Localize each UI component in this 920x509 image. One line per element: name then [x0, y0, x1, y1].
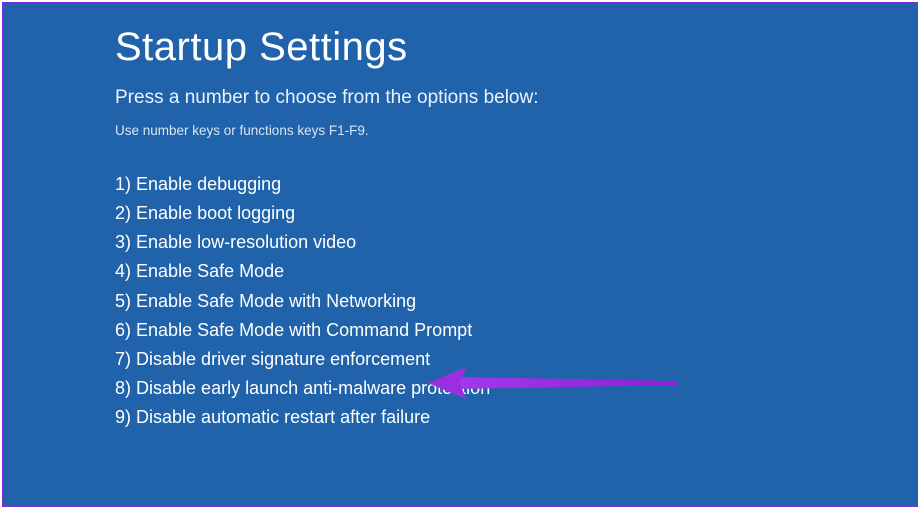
- option-4[interactable]: 4) Enable Safe Mode: [115, 257, 917, 286]
- option-label: Disable early launch anti-malware protec…: [136, 378, 490, 398]
- option-number: 9): [115, 407, 131, 427]
- option-8[interactable]: 8) Disable early launch anti-malware pro…: [115, 374, 917, 403]
- startup-settings-screen: Startup Settings Press a number to choos…: [2, 2, 918, 507]
- option-number: 5): [115, 291, 131, 311]
- option-number: 3): [115, 232, 131, 252]
- option-label: Enable Safe Mode with Networking: [136, 291, 416, 311]
- option-label: Enable Safe Mode with Command Prompt: [136, 320, 472, 340]
- page-title: Startup Settings: [115, 25, 917, 69]
- option-2[interactable]: 2) Enable boot logging: [115, 199, 917, 228]
- option-number: 1): [115, 174, 131, 194]
- option-label: Enable low-resolution video: [136, 232, 356, 252]
- option-1[interactable]: 1) Enable debugging: [115, 170, 917, 199]
- option-number: 2): [115, 203, 131, 223]
- option-label: Enable boot logging: [136, 203, 295, 223]
- option-label: Enable debugging: [136, 174, 281, 194]
- page-subtitle: Press a number to choose from the option…: [115, 87, 917, 109]
- option-number: 8): [115, 378, 131, 398]
- option-number: 6): [115, 320, 131, 340]
- option-number: 4): [115, 261, 131, 281]
- option-label: Disable driver signature enforcement: [136, 349, 430, 369]
- option-5[interactable]: 5) Enable Safe Mode with Networking: [115, 287, 917, 316]
- options-list: 1) Enable debugging 2) Enable boot loggi…: [115, 170, 917, 432]
- option-number: 7): [115, 349, 131, 369]
- option-6[interactable]: 6) Enable Safe Mode with Command Prompt: [115, 316, 917, 345]
- option-3[interactable]: 3) Enable low-resolution video: [115, 228, 917, 257]
- option-7[interactable]: 7) Disable driver signature enforcement: [115, 345, 917, 374]
- option-9[interactable]: 9) Disable automatic restart after failu…: [115, 403, 917, 432]
- input-hint: Use number keys or functions keys F1-F9.: [115, 123, 917, 138]
- option-label: Disable automatic restart after failure: [136, 407, 430, 427]
- option-label: Enable Safe Mode: [136, 261, 284, 281]
